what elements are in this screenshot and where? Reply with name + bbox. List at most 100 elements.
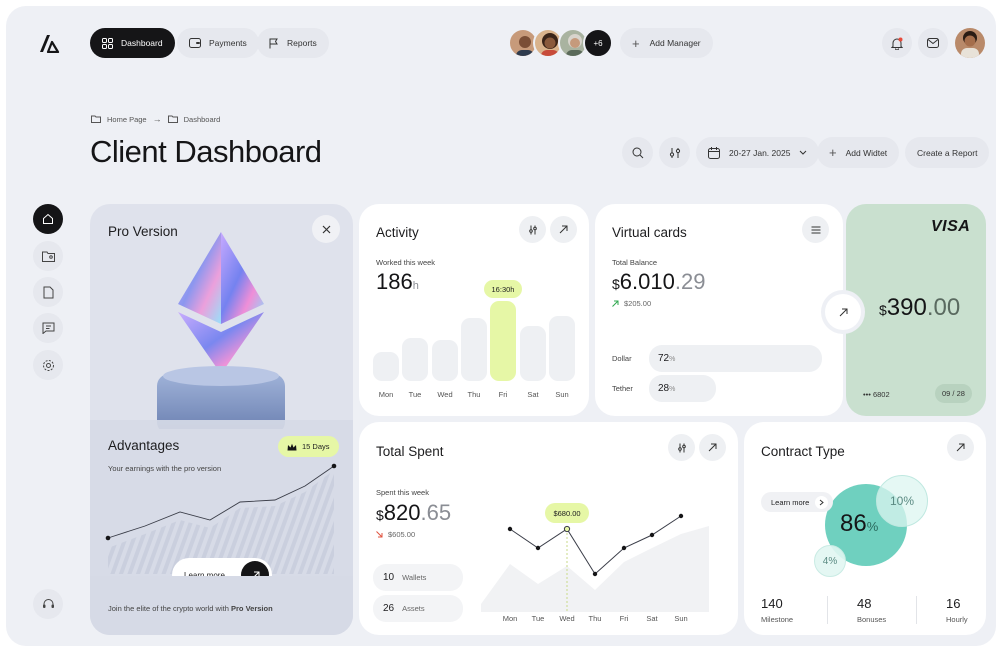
activity-bar[interactable] bbox=[520, 326, 546, 381]
ethereum-illustration bbox=[157, 232, 285, 429]
activity-bar[interactable] bbox=[373, 352, 399, 381]
activity-bar[interactable] bbox=[549, 316, 575, 381]
activity-filter-button[interactable] bbox=[519, 216, 546, 243]
spent-day-label: Thu bbox=[588, 614, 602, 623]
virtual-cards-menu-button[interactable] bbox=[802, 216, 829, 243]
chevron-down-icon bbox=[800, 150, 807, 155]
activity-bar[interactable] bbox=[461, 318, 487, 381]
spent-currency: $ bbox=[376, 507, 384, 523]
spent-point[interactable] bbox=[678, 513, 684, 519]
hourly-label: Hourly bbox=[946, 615, 968, 624]
activity-day-label: Sat bbox=[527, 390, 539, 399]
spent-point[interactable] bbox=[621, 545, 627, 551]
hourly-value: 16 bbox=[946, 596, 961, 611]
arrow-down-right-icon bbox=[376, 531, 383, 538]
breadcrumb-home[interactable]: Home Page bbox=[107, 115, 147, 124]
balance-int: 6.010 bbox=[619, 269, 675, 294]
trial-days-label: 15 Days bbox=[302, 442, 330, 451]
spent-label: Spent this week bbox=[376, 488, 429, 497]
balance-dec: .29 bbox=[674, 269, 706, 294]
spent-point[interactable] bbox=[507, 526, 513, 532]
total-balance-label: Total Balance bbox=[612, 258, 658, 267]
spent-day-label: Fri bbox=[619, 614, 629, 623]
contract-secondary-bubble: 10% bbox=[876, 475, 928, 527]
close-icon bbox=[322, 225, 330, 233]
create-report-button[interactable]: Create a Report bbox=[905, 137, 990, 168]
tether-unit: % bbox=[669, 386, 676, 393]
activity-day-label: Sun bbox=[555, 390, 569, 399]
nav-reports[interactable]: Reports bbox=[257, 28, 329, 58]
folder-icon bbox=[167, 115, 178, 123]
user-avatar[interactable] bbox=[955, 28, 985, 58]
nav-payments[interactable]: Payments bbox=[177, 28, 259, 58]
sidebar-messages[interactable] bbox=[33, 313, 63, 343]
balance-change: $205.00 bbox=[612, 299, 651, 308]
grid-icon bbox=[102, 37, 113, 49]
activity-day-labels: Mon Tue Wed Thu Fri Sat Sun bbox=[371, 390, 577, 402]
spent-point[interactable] bbox=[649, 532, 655, 538]
card-transfer-button[interactable] bbox=[825, 294, 861, 330]
assets-count: 26 bbox=[383, 603, 395, 614]
sidebar-home[interactable] bbox=[33, 204, 63, 234]
total-spent-expand-button[interactable] bbox=[699, 434, 726, 461]
create-report-label: Create a Report bbox=[917, 147, 978, 158]
nav-reports-label: Reports bbox=[287, 38, 317, 48]
contract-main-unit: % bbox=[866, 519, 879, 534]
nav-dashboard[interactable]: Dashboard bbox=[90, 28, 175, 58]
visa-currency: $ bbox=[879, 302, 887, 318]
arrow-up-right-icon bbox=[708, 443, 717, 452]
add-manager-button[interactable]: + Add Manager bbox=[620, 28, 713, 58]
wallets-label: Wallets bbox=[402, 573, 427, 582]
notifications-button[interactable] bbox=[882, 28, 912, 58]
spent-day-labels: Mon Tue Wed Thu Fri Sat Sun bbox=[477, 614, 729, 626]
sidebar-folder[interactable] bbox=[33, 241, 63, 271]
arrow-up-right-icon bbox=[956, 443, 965, 452]
activity-hours: 186 bbox=[376, 269, 413, 294]
sidebar-support[interactable] bbox=[33, 589, 63, 619]
contract-learn-more-button[interactable]: Learn more bbox=[761, 492, 834, 512]
activity-bar[interactable] bbox=[490, 301, 516, 381]
pro-footer-text: Join the elite of the crypto world with … bbox=[108, 604, 273, 613]
spent-dec: .65 bbox=[420, 500, 452, 525]
messages-button[interactable] bbox=[918, 28, 948, 58]
visa-card[interactable]: VISA $390.00 ••• 6802 09 / 28 bbox=[846, 204, 986, 416]
stat-divider bbox=[827, 596, 828, 624]
spent-day-label: Wed bbox=[559, 614, 575, 623]
visa-amount-dec: .00 bbox=[926, 294, 961, 321]
add-widget-button[interactable]: + Add Widtet bbox=[817, 137, 900, 168]
tether-percent: 28 bbox=[658, 383, 670, 394]
sidebar-settings[interactable] bbox=[33, 350, 63, 380]
bell-icon bbox=[891, 37, 903, 50]
close-pro-button[interactable] bbox=[312, 215, 340, 243]
search-button[interactable] bbox=[622, 137, 653, 168]
spent-day-label: Tue bbox=[531, 614, 545, 623]
activity-value: 186h bbox=[376, 269, 419, 295]
arrow-up-right-icon bbox=[839, 308, 847, 316]
spent-point[interactable] bbox=[535, 545, 541, 551]
more-managers-badge[interactable]: +6 bbox=[583, 28, 613, 58]
activity-bar[interactable] bbox=[402, 338, 428, 381]
spent-point[interactable] bbox=[563, 525, 571, 533]
activity-day-label: Wed bbox=[437, 390, 453, 399]
folder-user-icon bbox=[41, 251, 55, 262]
date-range-picker[interactable]: 20-27 Jan. 2025 bbox=[696, 137, 820, 168]
total-balance-value: $6.010.29 bbox=[612, 269, 705, 295]
page-title: Client Dashboard bbox=[90, 134, 322, 169]
contract-expand-button[interactable] bbox=[947, 434, 974, 461]
total-spent-filter-button[interactable] bbox=[668, 434, 695, 461]
assets-stat: 26 Assets bbox=[373, 595, 463, 622]
crown-icon bbox=[287, 443, 297, 450]
contract-tertiary-bubble: 4% bbox=[814, 545, 846, 577]
activity-bar[interactable] bbox=[432, 340, 458, 381]
sliders-icon bbox=[528, 225, 537, 234]
spent-day-label: Sun bbox=[674, 614, 688, 623]
spent-point[interactable] bbox=[592, 571, 598, 577]
contract-type-card: Contract Type 86% 10% 4% Learn more 140 … bbox=[744, 422, 986, 635]
dollar-unit: % bbox=[669, 356, 676, 363]
sidebar-documents[interactable] bbox=[33, 277, 63, 307]
breadcrumb-current[interactable]: Dashboard bbox=[184, 115, 221, 124]
logo-icon bbox=[40, 35, 60, 53]
pro-footer-bold: Pro Version bbox=[230, 604, 273, 613]
filter-button[interactable] bbox=[659, 137, 690, 168]
activity-expand-button[interactable] bbox=[550, 216, 577, 243]
